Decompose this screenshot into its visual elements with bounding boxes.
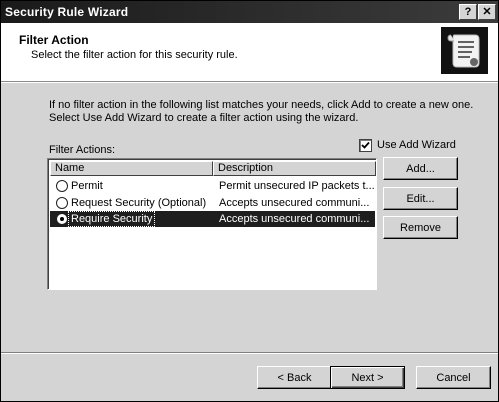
row-name: Require Security [67, 211, 156, 227]
page-subtitle: Select the filter action for this securi… [31, 49, 238, 61]
wizard-window: Security Rule Wizard ? ✕ Filter Action S… [0, 0, 499, 402]
list-header: Name Description [50, 161, 376, 176]
title-bar[interactable]: Security Rule Wizard ? ✕ [1, 1, 498, 23]
remove-button[interactable]: Remove [383, 216, 458, 239]
back-button[interactable]: < Back [257, 366, 332, 389]
scroll-document-icon [441, 27, 488, 74]
intro-line-1: If no filter action in the following lis… [49, 99, 474, 111]
row-description: Accepts unsecured communi... [219, 197, 370, 209]
checkmark-icon [361, 141, 370, 149]
footer-divider-highlight [1, 353, 498, 354]
close-button[interactable]: ✕ [478, 4, 496, 20]
list-row-permit[interactable]: Permit Permit unsecured IP packets t... [50, 178, 375, 194]
column-header-description[interactable]: Description [213, 161, 376, 176]
intro-line-2: Select Use Add Wizard to create a filter… [49, 112, 359, 124]
checkbox-box[interactable] [359, 139, 372, 152]
row-name: Permit [71, 180, 103, 192]
filter-actions-label: Filter Actions: [49, 144, 116, 156]
row-description: Accepts unsecured communi... [219, 213, 370, 225]
page-title: Filter Action [19, 33, 89, 47]
use-add-wizard-label: Use Add Wizard [377, 139, 456, 151]
intro-text: If no filter action in the following lis… [49, 99, 473, 125]
edit-button[interactable]: Edit... [383, 187, 458, 210]
radio-icon [56, 180, 68, 192]
wizard-header: Filter Action Select the filter action f… [1, 23, 498, 82]
radio-selected-icon [56, 213, 68, 225]
row-description: Permit unsecured IP packets t... [219, 180, 375, 192]
list-row-require-security[interactable]: Require Security Accepts unsecured commu… [50, 211, 375, 227]
filter-actions-list[interactable]: Name Description Permit Permit unsecured… [47, 158, 377, 290]
next-button[interactable]: Next > [330, 366, 405, 389]
header-divider [1, 82, 498, 83]
radio-icon [56, 197, 68, 209]
help-button[interactable]: ? [459, 4, 477, 20]
column-header-name[interactable]: Name [50, 161, 213, 176]
list-row-request-security[interactable]: Request Security (Optional) Accepts unse… [50, 195, 375, 211]
window-title: Security Rule Wizard [5, 5, 129, 19]
cancel-button[interactable]: Cancel [416, 366, 491, 389]
add-button[interactable]: Add... [383, 157, 458, 180]
row-name: Request Security (Optional) [71, 197, 207, 209]
